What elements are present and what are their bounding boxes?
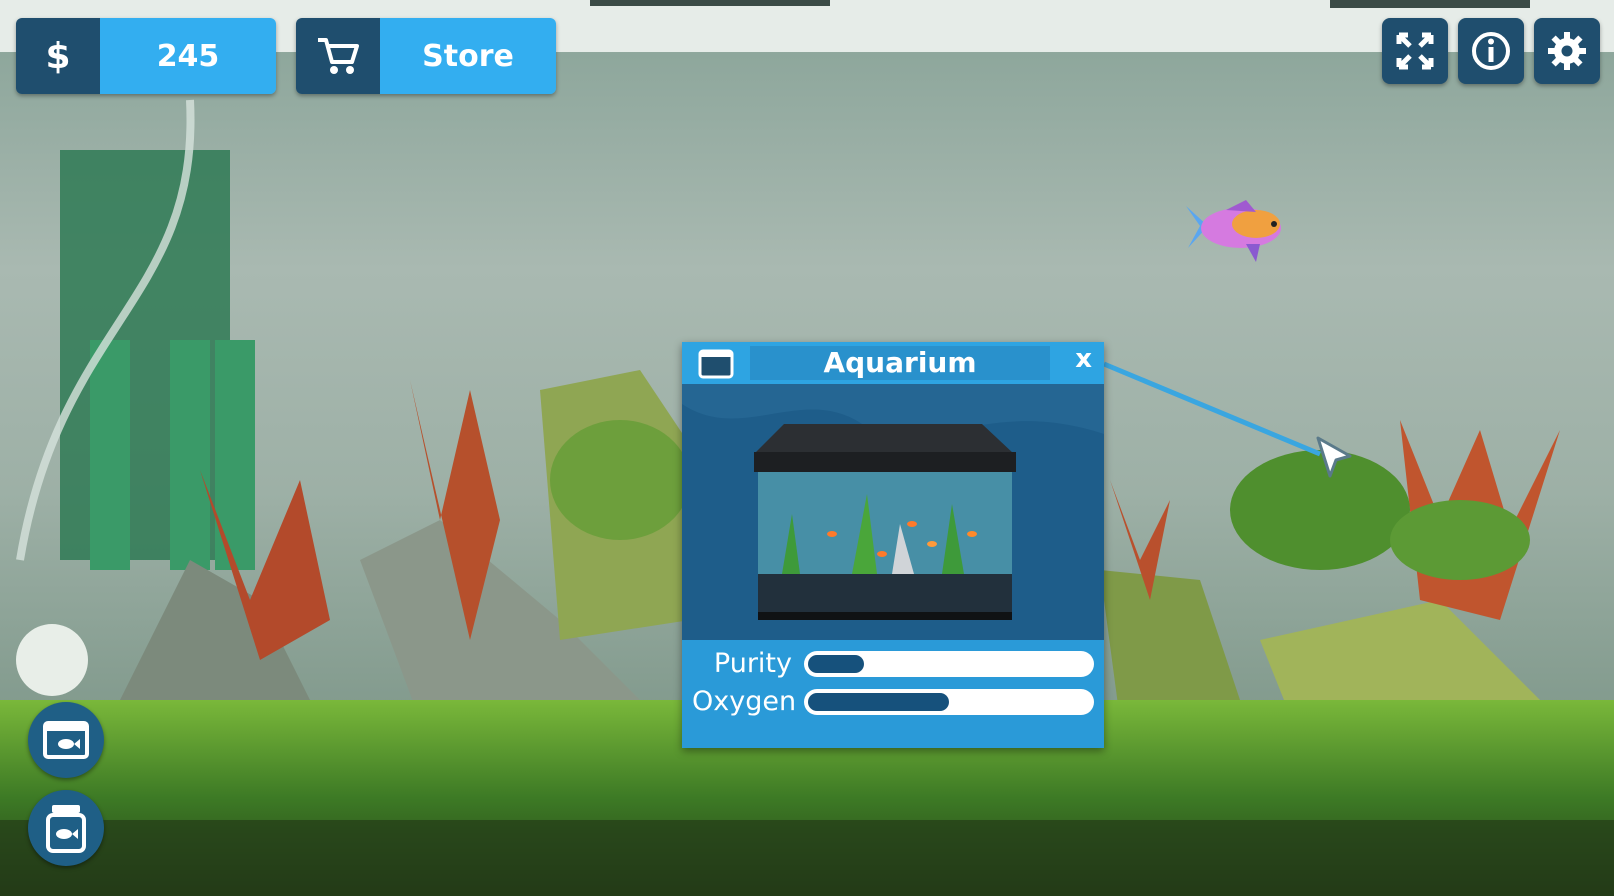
fish-food-jar-icon bbox=[46, 805, 86, 853]
cursor-icon bbox=[1316, 436, 1352, 478]
aquarium-condition-panel: Aquarium condition x bbox=[682, 342, 1104, 748]
gear-icon bbox=[1548, 32, 1586, 70]
panel-title: Aquarium condition bbox=[750, 346, 1050, 413]
fullscreen-button[interactable] bbox=[1382, 18, 1448, 84]
purity-stat: Purity bbox=[682, 646, 1104, 682]
purity-bar-fill bbox=[808, 655, 864, 673]
oxygen-stat: Oxygen bbox=[682, 684, 1104, 720]
panel-close-button[interactable]: x bbox=[1075, 344, 1092, 374]
purity-label: Purity bbox=[713, 648, 792, 679]
money-amount: 245 bbox=[100, 18, 276, 94]
money-display: $ 245 bbox=[16, 18, 276, 94]
info-icon bbox=[1472, 32, 1510, 70]
fish-sprite[interactable] bbox=[1186, 196, 1290, 266]
oxygen-bar-fill bbox=[808, 693, 949, 711]
dollar-icon: $ bbox=[16, 18, 100, 94]
info-button[interactable] bbox=[1458, 18, 1524, 84]
panel-header: Aquarium condition x bbox=[682, 342, 1104, 413]
aquarium-view-button[interactable] bbox=[28, 702, 104, 778]
fish-food-button[interactable] bbox=[28, 790, 104, 866]
oxygen-label: Oxygen bbox=[692, 686, 797, 717]
settings-button[interactable] bbox=[1534, 18, 1600, 84]
aquarium-fish-icon bbox=[43, 721, 89, 759]
cart-icon bbox=[296, 18, 380, 94]
store-button[interactable]: Store bbox=[296, 18, 556, 94]
aquarium-tank-image bbox=[682, 384, 1104, 640]
panel-pointer-line bbox=[1103, 361, 1352, 478]
store-label: Store bbox=[380, 18, 556, 94]
fullscreen-icon bbox=[1396, 32, 1434, 70]
oxygen-bar bbox=[804, 689, 1094, 715]
aquarium-icon bbox=[698, 349, 734, 379]
purity-bar bbox=[804, 651, 1094, 677]
